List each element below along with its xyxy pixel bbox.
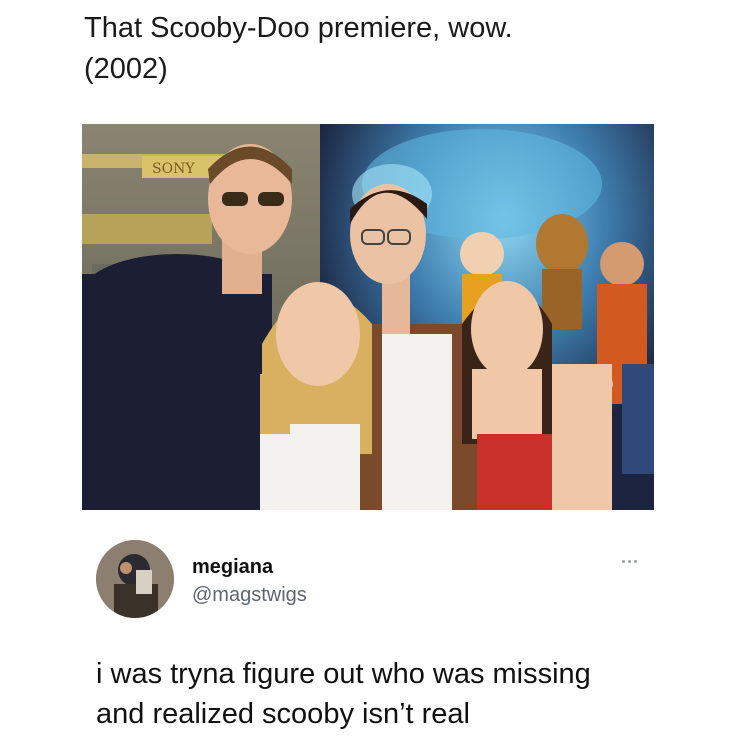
user-handle[interactable]: @magstwigs	[192, 584, 307, 607]
dot	[634, 559, 637, 563]
display-name[interactable]: megiana	[192, 556, 273, 579]
premiere-photo: SONY	[82, 124, 654, 510]
tweet-text: i was tryna figure out who was missing a…	[96, 654, 696, 734]
post-caption: That Scooby-Doo premiere, wow. (2002)	[84, 8, 684, 90]
avatar[interactable]	[96, 540, 174, 618]
caption-line-2: (2002)	[84, 53, 168, 85]
caption-line-1: That Scooby-Doo premiere, wow.	[84, 12, 513, 44]
tweet-author: megiana @magstwigs	[96, 540, 656, 620]
dot	[628, 559, 631, 563]
tweet-line-2: and realized scooby isn’t real	[96, 698, 470, 730]
tweet-line-1: i was tryna figure out who was missing	[96, 658, 591, 690]
more-horizontal-icon[interactable]	[622, 556, 646, 566]
poster-sign-text: SONY	[152, 161, 195, 177]
dot	[622, 559, 625, 563]
